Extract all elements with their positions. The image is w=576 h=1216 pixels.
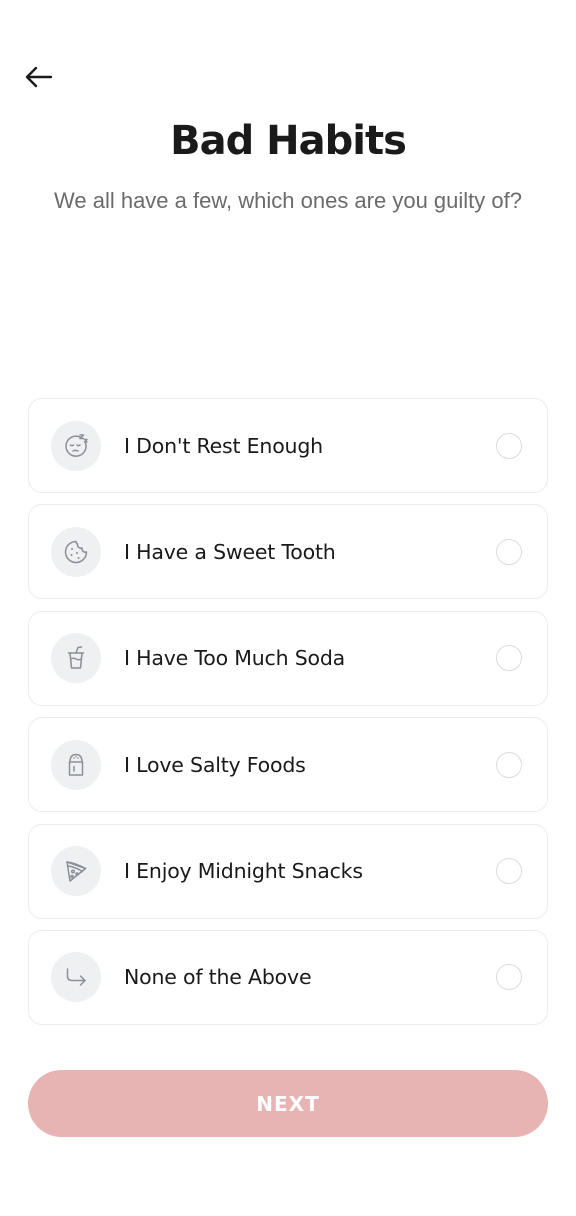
option-radio[interactable] (496, 538, 522, 565)
arrow-left-icon (25, 66, 53, 93)
option-label: I Love Salty Foods (124, 752, 306, 777)
next-button[interactable]: NEXT (28, 1070, 548, 1137)
option-radio[interactable] (496, 645, 522, 672)
option-label: I Have a Sweet Tooth (124, 539, 336, 564)
option-midnight-snacks[interactable]: I Enjoy Midnight Snacks (28, 823, 548, 919)
soda-cup-icon (51, 633, 101, 684)
option-too-much-soda[interactable]: I Have Too Much Soda (28, 610, 548, 706)
option-radio[interactable] (496, 432, 522, 459)
cookie-icon (51, 526, 101, 577)
habit-options-list: I Don't Rest Enough I Have a Sweet Tooth (28, 398, 548, 1036)
option-none-of-the-above[interactable]: None of the Above (28, 929, 548, 1025)
option-radio[interactable] (496, 964, 522, 991)
back-button[interactable] (20, 60, 58, 98)
option-label: I Enjoy Midnight Snacks (124, 859, 363, 884)
option-sweet-tooth[interactable]: I Have a Sweet Tooth (28, 504, 548, 600)
page-title: Bad Habits (170, 118, 407, 164)
option-label: None of the Above (124, 965, 312, 990)
sleeping-face-icon (51, 420, 101, 471)
arrow-turn-right-icon (51, 952, 101, 1003)
salt-shaker-icon (51, 739, 101, 790)
option-label: I Have Too Much Soda (124, 646, 346, 671)
option-radio[interactable] (496, 751, 522, 778)
pizza-slice-icon (51, 846, 101, 897)
option-radio[interactable] (496, 858, 522, 885)
option-dont-rest-enough[interactable]: I Don't Rest Enough (28, 398, 548, 493)
option-salty-foods[interactable]: I Love Salty Foods (28, 717, 548, 813)
page-subtitle: We all have a few, which ones are you gu… (54, 188, 522, 213)
option-label: I Don't Rest Enough (124, 433, 323, 458)
